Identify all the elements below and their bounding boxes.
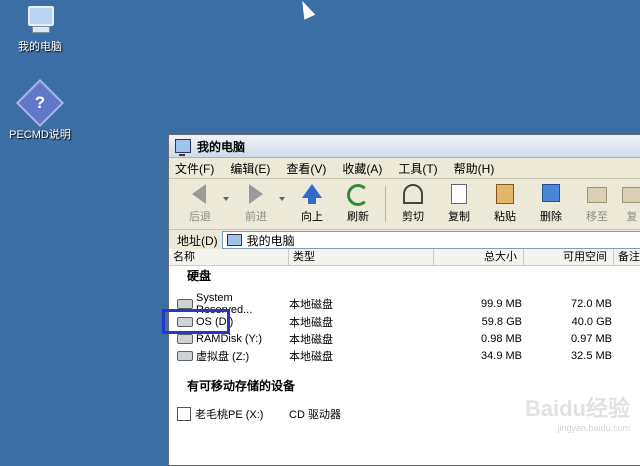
computer-icon [175, 139, 191, 156]
drive-total-size: 99.9 MB [481, 297, 522, 310]
watermark-url: jingyan.baidu.com [557, 423, 630, 433]
drive-free-space: 40.0 GB [571, 315, 612, 328]
refresh-button[interactable]: 刷新 [335, 184, 381, 224]
column-header-name[interactable]: 名称 [169, 249, 289, 265]
menu-edit[interactable]: 编辑(E) [230, 160, 270, 177]
drive-free-space: 32.5 MB [571, 349, 612, 362]
forward-arrow-icon [249, 184, 263, 204]
desktop-icon-pecmd-help[interactable]: ? PECMD说明 [0, 78, 80, 142]
drive-free-space: 72.0 MB [571, 297, 612, 310]
scissors-icon [403, 184, 423, 204]
refresh-label: 刷新 [347, 211, 369, 223]
copy-button[interactable]: 复制 [436, 184, 482, 224]
forward-label: 前进 [245, 211, 267, 223]
drive-icon [177, 298, 193, 309]
paste-button[interactable]: 粘贴 [482, 184, 528, 224]
toolbar: 后退 前进 向上 刷新 剪切 复制 粘贴 删除 移至 复 [169, 179, 640, 230]
drive-type: 本地磁盘 [289, 298, 333, 311]
watermark-text: Baidu经验 [524, 396, 630, 421]
column-header-type[interactable]: 类型 [289, 249, 434, 265]
desktop-icon-label: PECMD说明 [9, 129, 71, 141]
folder-icon [622, 187, 640, 203]
clipboard-icon [496, 184, 514, 204]
paste-label: 粘贴 [494, 211, 516, 223]
table-row[interactable]: OS (D:) 本地磁盘 59.8 GB 40.0 GB [169, 313, 640, 330]
computer-icon [25, 4, 55, 34]
forward-button[interactable]: 前进 [233, 184, 279, 224]
drive-type: 本地磁盘 [289, 333, 333, 346]
column-header-comment[interactable]: 备注 [614, 249, 640, 265]
drive-name: RAMDisk (Y:) [196, 332, 262, 345]
address-bar: 地址(D) 我的电脑 [169, 230, 640, 251]
drive-icon [177, 333, 193, 344]
drive-name: 虚拟盘 (Z:) [196, 350, 250, 363]
annotation-highlight-box [162, 309, 230, 334]
copy-icon [451, 184, 467, 204]
delete-icon [542, 184, 560, 202]
address-label: 地址(D) [177, 233, 218, 248]
menu-favorites[interactable]: 收藏(A) [342, 160, 382, 177]
move-to-button[interactable]: 移至 [574, 184, 620, 224]
up-arrow-icon [301, 184, 323, 204]
back-dropdown-icon[interactable] [223, 197, 229, 201]
delete-label: 删除 [540, 211, 562, 223]
menu-bar: 文件(F) 编辑(E) 查看(V) 收藏(A) 工具(T) 帮助(H) [169, 158, 640, 179]
desktop-icon-my-computer[interactable]: 我的电脑 [0, 4, 80, 54]
menu-file[interactable]: 文件(F) [175, 160, 214, 177]
address-value: 我的电脑 [246, 233, 295, 248]
table-row[interactable]: 虚拟盘 (Z:) 本地磁盘 34.9 MB 32.5 MB [169, 347, 640, 364]
drive-free-space: 0.97 MB [571, 332, 612, 345]
drive-type: 本地磁盘 [289, 316, 333, 329]
back-label: 后退 [189, 211, 211, 223]
drive-total-size: 34.9 MB [481, 349, 522, 362]
window-title: 我的电脑 [197, 139, 246, 154]
computer-icon [226, 234, 242, 246]
mouse-cursor-icon [296, 0, 316, 20]
menu-tools[interactable]: 工具(T) [398, 160, 437, 177]
copy-to-button[interactable]: 复 [620, 184, 640, 224]
column-header-free[interactable]: 可用空间 [524, 249, 614, 265]
menu-view[interactable]: 查看(V) [286, 160, 326, 177]
drive-type: CD 驱动器 [289, 408, 341, 421]
cut-button[interactable]: 剪切 [390, 184, 436, 224]
up-button[interactable]: 向上 [289, 184, 335, 224]
cd-drive-icon [177, 406, 191, 421]
menu-help[interactable]: 帮助(H) [454, 160, 495, 177]
copy-to-label: 复 [626, 211, 638, 223]
up-label: 向上 [301, 211, 323, 223]
column-header-total[interactable]: 总大小 [434, 249, 524, 265]
address-field[interactable]: 我的电脑 [221, 231, 640, 249]
column-header-row: 名称 类型 总大小 可用空间 备注 [169, 249, 640, 266]
table-row[interactable]: RAMDisk (Y:) 本地磁盘 0.98 MB 0.97 MB [169, 330, 640, 347]
drive-icon [177, 350, 193, 361]
refresh-icon [347, 184, 369, 206]
forward-dropdown-icon[interactable] [279, 197, 285, 201]
copy-label: 复制 [448, 211, 470, 223]
help-icon: ? [15, 78, 65, 128]
drive-type: 本地磁盘 [289, 350, 333, 363]
desktop-icon-label: 我的电脑 [18, 41, 62, 53]
drive-name: 老毛桃PE (X:) [195, 408, 264, 421]
cut-label: 剪切 [402, 211, 424, 223]
back-button[interactable]: 后退 [177, 184, 223, 224]
title-bar[interactable]: 我的电脑 [169, 135, 640, 158]
drive-total-size: 59.8 GB [481, 315, 522, 328]
table-row[interactable]: System Reserved... 本地磁盘 99.9 MB 72.0 MB [169, 292, 640, 316]
group-title-hard-disks: 硬盘 [187, 269, 212, 283]
drive-total-size: 0.98 MB [481, 332, 522, 345]
delete-button[interactable]: 删除 [528, 184, 574, 224]
group-title-removable-devices: 有可移动存储的设备 [187, 379, 296, 393]
toolbar-separator [385, 186, 386, 222]
baidu-watermark: Baidu经验 jingyan.baidu.com [525, 391, 630, 433]
back-arrow-icon [192, 184, 206, 204]
folder-icon [587, 187, 607, 203]
move-to-label: 移至 [586, 211, 608, 223]
